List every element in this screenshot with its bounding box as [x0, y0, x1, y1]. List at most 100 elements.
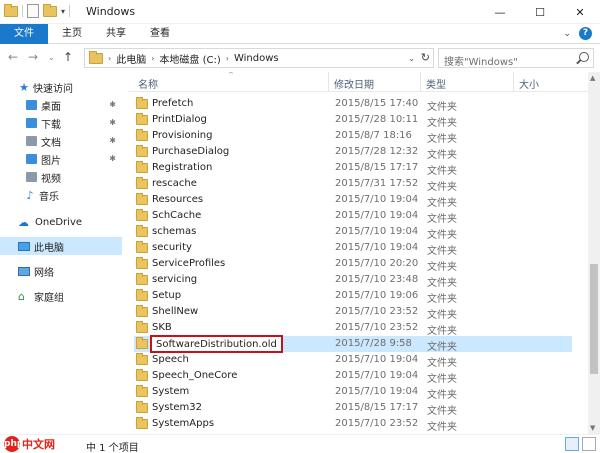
rename-input[interactable]: SoftwareDistribution.old — [150, 335, 283, 353]
table-row[interactable]: PurchaseDialog 2015/7/28 12:32 文件夹 — [134, 144, 572, 161]
table-row[interactable]: PrintDialog 2015/7/28 10:11 文件夹 — [134, 112, 572, 129]
file-name: servicing — [152, 274, 198, 285]
nav-music[interactable]: ♪ 音乐 — [0, 186, 122, 204]
table-row[interactable]: security 2015/7/10 19:04 文件夹 — [134, 240, 572, 257]
address-bar[interactable]: › 此电脑 › 本地磁盘 (C:) › Windows ⌄ ↻ — [84, 48, 434, 68]
file-type: 文件夹 — [427, 150, 457, 161]
breadcrumb-windows[interactable]: Windows — [234, 53, 279, 64]
file-type: 文件夹 — [427, 198, 457, 209]
column-divider[interactable] — [513, 72, 514, 92]
table-row[interactable]: servicing 2015/7/10 23:48 文件夹 — [134, 272, 572, 289]
nav-pictures[interactable]: 图片 ✱ — [0, 150, 122, 168]
table-row[interactable]: SKB 2015/7/10 23:52 文件夹 — [134, 320, 572, 337]
file-name: Registration — [152, 162, 213, 173]
file-type: 文件夹 — [427, 390, 457, 401]
breadcrumb-separator[interactable]: › — [151, 54, 154, 63]
pin-icon[interactable]: ✱ — [109, 136, 116, 145]
new-folder-icon[interactable] — [43, 3, 57, 17]
nav-desktop[interactable]: 桌面 ✱ — [0, 96, 122, 114]
tab-home[interactable]: 主页 — [52, 24, 92, 44]
large-icons-view-icon[interactable] — [582, 437, 596, 451]
file-name: rescache — [152, 178, 197, 189]
breadcrumb-this-pc[interactable]: 此电脑 — [116, 51, 146, 66]
column-size[interactable]: 大小 — [519, 76, 539, 91]
table-row[interactable]: Setup 2015/7/10 19:06 文件夹 — [134, 288, 572, 305]
file-type: 文件夹 — [427, 358, 457, 369]
file-date: 2015/7/10 20:20 — [335, 258, 419, 269]
minimize-button[interactable]: — — [480, 0, 520, 24]
nav-label: 桌面 — [41, 101, 61, 113]
pin-icon[interactable]: ✱ — [109, 154, 116, 163]
search-icon[interactable] — [579, 52, 589, 62]
table-row[interactable]: schemas 2015/7/10 19:04 文件夹 — [134, 224, 572, 241]
tab-share[interactable]: 共享 — [96, 24, 136, 44]
table-row[interactable]: Resources 2015/7/10 19:04 文件夹 — [134, 192, 572, 209]
folder-icon — [136, 321, 148, 333]
pin-icon[interactable]: ✱ — [109, 118, 116, 127]
column-type[interactable]: 类型 — [426, 76, 446, 91]
nav-label: 图片 — [41, 155, 61, 167]
recent-locations-button[interactable]: ⌄ — [48, 53, 55, 62]
file-name: Provisioning — [152, 130, 213, 141]
toolbar-divider — [22, 5, 23, 17]
nav-onedrive[interactable]: ☁ OneDrive — [0, 213, 122, 231]
table-row[interactable]: SystemApps 2015/7/10 23:52 文件夹 — [134, 416, 572, 433]
customize-toolbar-icon[interactable]: ▾ — [61, 7, 65, 16]
table-row[interactable]: Speech 2015/7/10 19:04 文件夹 — [134, 352, 572, 369]
nav-documents[interactable]: 文档 ✱ — [0, 132, 122, 150]
table-row[interactable]: System32 2015/8/15 17:17 文件夹 — [134, 400, 572, 417]
file-date: 2015/7/10 19:04 — [335, 242, 419, 253]
table-row[interactable]: SchCache 2015/7/10 19:04 文件夹 — [134, 208, 572, 225]
table-row[interactable]: SoftwareDistribution.old 2015/7/28 9:58 文件… — [134, 335, 572, 353]
nav-downloads[interactable]: 下载 ✱ — [0, 114, 122, 132]
nav-homegroup[interactable]: ⌂ 家庭组 — [0, 287, 122, 305]
breadcrumb-separator[interactable]: › — [226, 54, 229, 63]
vertical-scrollbar[interactable]: ▲ ▼ — [588, 72, 600, 434]
file-type: 文件夹 — [427, 342, 457, 353]
breadcrumb-separator[interactable]: › — [108, 54, 111, 63]
table-row[interactable]: Prefetch 2015/8/15 17:40 文件夹 — [134, 96, 572, 113]
back-button[interactable]: ← — [8, 50, 18, 64]
address-dropdown-icon[interactable]: ⌄ — [408, 54, 415, 63]
nav-label: 音乐 — [39, 191, 59, 203]
column-divider[interactable] — [328, 72, 329, 92]
scroll-thumb[interactable] — [590, 264, 598, 374]
column-name[interactable]: 名称 — [138, 76, 158, 91]
nav-videos[interactable]: 视频 — [0, 168, 122, 186]
forward-button[interactable]: → — [28, 50, 38, 64]
expand-ribbon-icon[interactable]: ⌄ — [563, 29, 571, 39]
table-row[interactable]: rescache 2015/7/31 17:52 文件夹 — [134, 176, 572, 193]
nav-network[interactable]: 网络 — [0, 262, 122, 280]
tab-file[interactable]: 文件 — [0, 24, 48, 44]
folder-icon — [136, 113, 148, 125]
pin-icon[interactable]: ✱ — [109, 100, 116, 109]
nav-this-pc[interactable]: 此电脑 — [0, 237, 122, 255]
column-headers: ^ 名称 修改日期 类型 大小 — [128, 72, 588, 92]
scroll-up-icon[interactable]: ▲ — [590, 74, 595, 82]
item-count: 中 1 个项目 — [86, 443, 139, 453]
search-input[interactable]: 搜索"Windows" — [444, 53, 518, 68]
tab-view[interactable]: 查看 — [140, 24, 180, 44]
column-divider[interactable] — [420, 72, 421, 92]
table-row[interactable]: ServiceProfiles 2015/7/10 20:20 文件夹 — [134, 256, 572, 273]
scroll-down-icon[interactable]: ▼ — [590, 424, 595, 432]
properties-icon[interactable] — [27, 4, 39, 18]
column-date[interactable]: 修改日期 — [334, 76, 374, 91]
table-row[interactable]: Provisioning 2015/8/7 18:16 文件夹 — [134, 128, 572, 145]
file-type: 文件夹 — [427, 262, 457, 273]
help-icon[interactable]: ? — [579, 27, 592, 40]
sort-indicator-icon: ^ — [228, 72, 234, 79]
table-row[interactable]: Speech_OneCore 2015/7/10 19:04 文件夹 — [134, 368, 572, 385]
details-view-icon[interactable] — [565, 437, 579, 451]
close-button[interactable]: ✕ — [560, 0, 600, 24]
nav-quick-access[interactable]: ★ 快速访问 — [0, 78, 122, 96]
up-button[interactable]: ↑ — [63, 50, 73, 64]
table-row[interactable]: ShellNew 2015/7/10 23:52 文件夹 — [134, 304, 572, 321]
table-row[interactable]: Registration 2015/8/15 17:17 文件夹 — [134, 160, 572, 177]
maximize-button[interactable]: ☐ — [520, 0, 560, 24]
breadcrumb-local-disk[interactable]: 本地磁盘 (C:) — [159, 51, 220, 66]
table-row[interactable]: System 2015/7/10 19:04 文件夹 — [134, 384, 572, 401]
search-box[interactable]: 搜索"Windows" — [438, 48, 594, 68]
folder-icon — [136, 225, 148, 237]
refresh-icon[interactable]: ↻ — [421, 51, 430, 64]
